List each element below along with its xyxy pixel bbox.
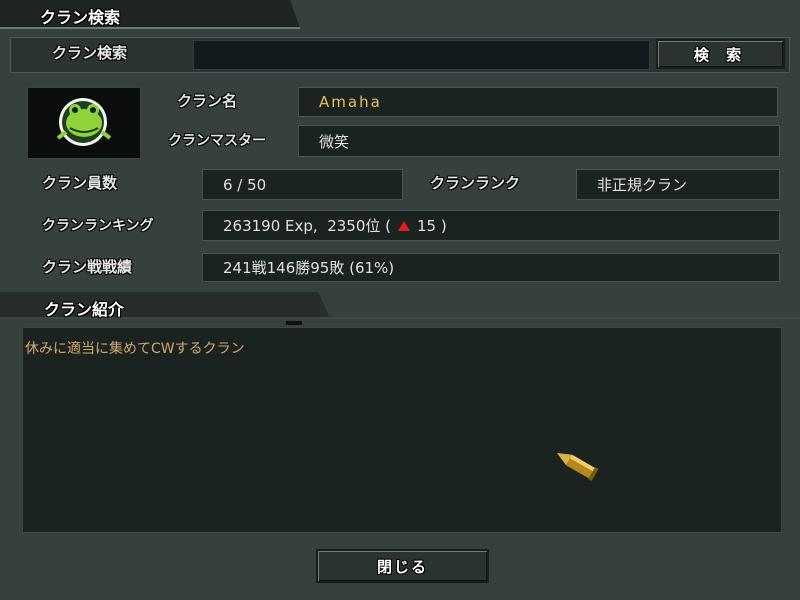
clan-ranking-value-box: 263190 Exp, 2350位 ( 15 ) (202, 210, 780, 241)
clan-members-label: クラン員数 (42, 174, 118, 192)
clan-name-label: クラン名 (177, 92, 238, 110)
intro-text-area[interactable]: 休みに適当に集めてCWするクラン (22, 327, 782, 533)
frog-emblem-icon (56, 98, 112, 146)
window-title: クラン検索 (40, 8, 121, 27)
clan-members-value: 6 / 50 (202, 169, 403, 200)
clan-master-value: 微笑 (298, 125, 780, 157)
intro-title: クラン紹介 (44, 300, 125, 319)
search-label: クラン検索 (52, 44, 128, 62)
close-button[interactable]: 閉じる (316, 549, 489, 583)
clan-record-value: 241戦146勝95敗 (61%) (202, 253, 780, 282)
clan-emblem-frame (27, 87, 141, 159)
clan-name-value: Amaha (298, 87, 778, 117)
intro-text: 休みに適当に集めてCWするクラン (25, 341, 245, 357)
clan-ranking-label: クランランキング (42, 218, 154, 234)
scroll-grip[interactable] (286, 321, 302, 325)
clan-ranking-value: 263190 Exp, 2350位 ( (223, 217, 392, 235)
clan-rank-label: クランランク (430, 174, 521, 192)
bullet-cursor-icon (556, 453, 599, 482)
clan-master-label: クランマスター (168, 133, 266, 149)
clan-record-label: クラン戦戦績 (42, 258, 133, 276)
search-button[interactable]: 検 索 (656, 39, 785, 69)
clan-ranking-change: 15 ) (417, 216, 447, 235)
red-up-triangle-icon (398, 220, 411, 231)
search-input[interactable] (193, 40, 650, 70)
clan-rank-value: 非正規クラン (576, 169, 780, 200)
